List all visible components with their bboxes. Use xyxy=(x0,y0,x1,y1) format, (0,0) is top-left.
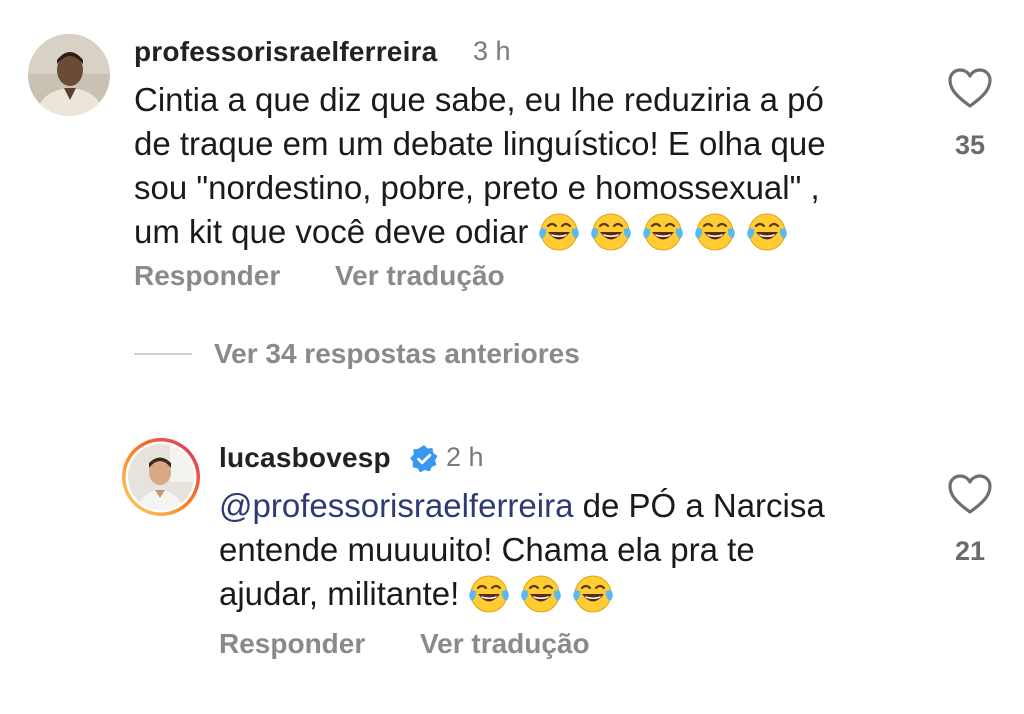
like-count: 21 xyxy=(954,536,986,566)
comment-text: Cintia a que diz que sabe, eu lhe reduzi… xyxy=(134,78,934,254)
replies-divider xyxy=(134,353,192,355)
comment-line: de traque em um debate linguístico! E ol… xyxy=(134,125,826,162)
face-with-tears-of-joy-emoji xyxy=(746,213,787,251)
translate-button[interactable]: Ver tradução xyxy=(420,628,590,660)
comment-line-text: ajudar, militante! xyxy=(219,575,460,612)
verified-badge-icon xyxy=(409,444,439,474)
face-with-tears-of-joy-emoji xyxy=(642,213,683,251)
avatar-lucasbovesp[interactable] xyxy=(120,436,202,518)
heart-outline-icon xyxy=(948,474,992,514)
mention-link[interactable]: @professorisraelferreira xyxy=(219,487,573,524)
comment-timestamp: 3 h xyxy=(473,36,511,66)
reply-button[interactable]: Responder xyxy=(219,628,365,660)
face-with-tears-of-joy-emoji xyxy=(694,213,735,251)
view-previous-replies-button[interactable]: Ver 34 respostas anteriores xyxy=(214,338,580,370)
emoji-group xyxy=(468,575,624,613)
avatar-image xyxy=(28,34,110,116)
comment-line: entende muuuuito! Chama ela pra te xyxy=(219,531,755,568)
face-with-tears-of-joy-emoji xyxy=(521,575,562,613)
comment-line: @professorisraelferreira de PÓ a Narcisa xyxy=(219,484,939,528)
heart-outline-icon xyxy=(948,68,992,108)
comment-line: um kit que você deve odiar xyxy=(134,210,934,254)
like-button[interactable] xyxy=(946,66,994,110)
comment-timestamp: 2 h xyxy=(446,442,484,472)
reply-button[interactable]: Responder xyxy=(134,260,280,292)
face-with-tears-of-joy-emoji xyxy=(590,213,631,251)
face-with-tears-of-joy-emoji xyxy=(538,213,579,251)
avatar-professorisraelferreira[interactable] xyxy=(28,34,110,116)
comment-line-text: um kit que você deve odiar xyxy=(134,213,529,250)
comment-line-text: de PÓ a Narcisa xyxy=(573,487,825,524)
translate-button[interactable]: Ver tradução xyxy=(335,260,505,292)
comment-username[interactable]: professorisraelferreira xyxy=(134,36,437,68)
face-with-tears-of-joy-emoji xyxy=(469,575,510,613)
comment-text: @professorisraelferreira de PÓ a Narcisa… xyxy=(219,484,939,616)
like-count: 35 xyxy=(954,130,986,160)
comment-line: sou "nordestino, pobre, preto e homossex… xyxy=(134,169,820,206)
avatar-story-ring xyxy=(122,438,200,516)
comment-username[interactable]: lucasbovesp xyxy=(219,442,391,474)
comment-line: Cintia a que diz que sabe, eu lhe reduzi… xyxy=(134,81,824,118)
face-with-tears-of-joy-emoji xyxy=(573,575,614,613)
emoji-group xyxy=(538,213,798,251)
like-button[interactable] xyxy=(946,472,994,516)
comment-line: ajudar, militante! xyxy=(219,572,939,616)
